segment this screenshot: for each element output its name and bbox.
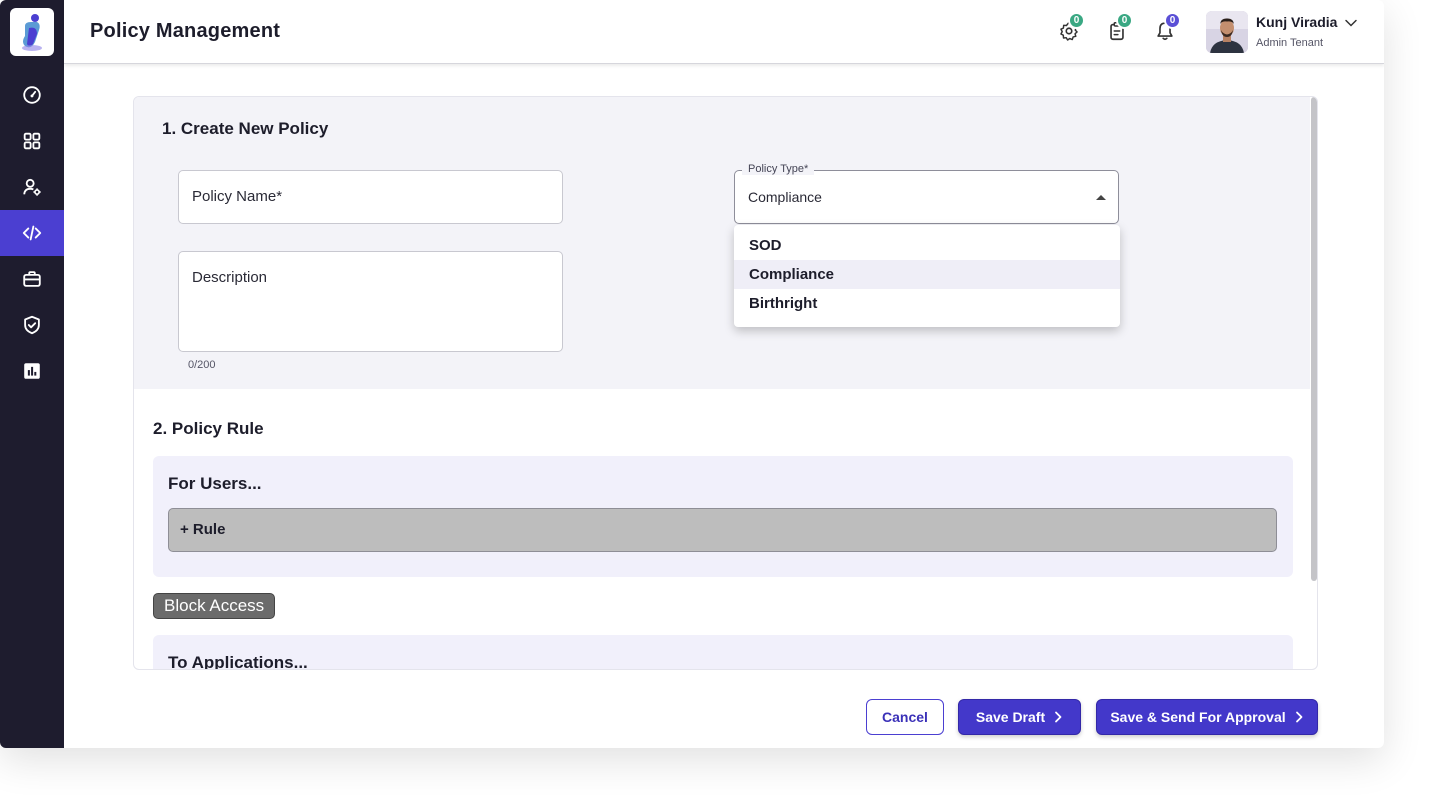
shield-check-icon: [24, 315, 40, 335]
policy-type-select[interactable]: Compliance: [734, 170, 1119, 224]
sidebar: [0, 0, 64, 748]
policy-name-placeholder: Policy Name*: [192, 188, 283, 205]
code-policy-icon: [22, 225, 42, 241]
tasks-button[interactable]: 0: [1106, 12, 1133, 44]
option-birthright[interactable]: Birthright: [734, 289, 1120, 318]
create-policy-title: 1. Create New Policy: [162, 119, 329, 138]
top-header: Policy Management 0 0 0 Kunj Viradia Adm…: [64, 0, 1384, 64]
page-title: Policy Management: [90, 20, 281, 42]
grid-apps-icon: [23, 132, 41, 150]
avatar[interactable]: [1206, 11, 1248, 53]
nav-reports[interactable]: [0, 348, 64, 394]
user-name: Kunj Viradia: [1256, 14, 1338, 30]
cancel-label: Cancel: [882, 709, 928, 725]
save-send-label: Save & Send For Approval: [1110, 709, 1286, 725]
save-draft-button[interactable]: Save Draft: [958, 699, 1081, 735]
policy-type-dropdown: SOD Compliance Birthright: [734, 225, 1120, 327]
policy-rule-title: 2. Policy Rule: [153, 419, 264, 438]
bar-chart-icon: [24, 363, 40, 379]
user-settings-icon: [23, 178, 41, 196]
user-role: Admin Tenant: [1256, 37, 1324, 49]
scrollbar-thumb[interactable]: [1311, 97, 1317, 581]
save-send-approval-button[interactable]: Save & Send For Approval: [1096, 699, 1318, 735]
user-avatar-icon: [1206, 11, 1248, 53]
settings-badge: 0: [1068, 12, 1085, 29]
notifications-button[interactable]: 0: [1154, 12, 1181, 44]
chevron-down-icon[interactable]: [1344, 16, 1358, 30]
cancel-button[interactable]: Cancel: [866, 699, 944, 735]
chevron-right-icon: [1055, 711, 1062, 723]
caret-up-icon: [1096, 195, 1106, 200]
option-sod[interactable]: SOD: [734, 231, 1120, 260]
policy-form-card: 1. Create New Policy Policy Name* Descri…: [133, 96, 1318, 670]
settings-button[interactable]: 0: [1058, 12, 1085, 44]
save-draft-label: Save Draft: [975, 709, 1046, 725]
nav-applications[interactable]: [0, 118, 64, 164]
policy-name-field[interactable]: Policy Name*: [178, 170, 563, 224]
policy-type-value: Compliance: [748, 189, 822, 205]
for-users-box: For Users... + Rule: [153, 456, 1293, 577]
app-window: Policy Management 0 0 0 Kunj Viradia Adm…: [0, 0, 1384, 748]
nav-security[interactable]: [0, 302, 64, 348]
nav-access-requests[interactable]: [0, 256, 64, 302]
description-field[interactable]: Description: [178, 251, 563, 352]
create-policy-section: 1. Create New Policy Policy Name* Descri…: [134, 97, 1310, 389]
policy-type-label: Policy Type*: [742, 163, 815, 175]
nav-policies[interactable]: [0, 210, 64, 256]
description-char-counter: 0/200: [188, 359, 216, 371]
briefcase-icon: [23, 271, 41, 287]
description-placeholder: Description: [192, 269, 268, 286]
tasks-badge: 0: [1116, 12, 1133, 29]
app-logo[interactable]: [10, 8, 54, 56]
add-rule-button[interactable]: + Rule: [168, 508, 1277, 552]
chevron-right-icon: [1295, 711, 1303, 723]
to-applications-box: To Applications...: [153, 635, 1293, 670]
for-users-label: For Users...: [168, 474, 262, 493]
dashboard-gauge-icon: [23, 86, 41, 104]
notifications-badge: 0: [1164, 12, 1181, 29]
option-compliance[interactable]: Compliance: [734, 260, 1120, 289]
logo-icon: [22, 14, 42, 51]
nav-users[interactable]: [0, 164, 64, 210]
block-access-toggle[interactable]: Block Access: [153, 593, 276, 619]
nav-dashboard[interactable]: [0, 72, 64, 118]
to-applications-label: To Applications...: [168, 653, 308, 670]
